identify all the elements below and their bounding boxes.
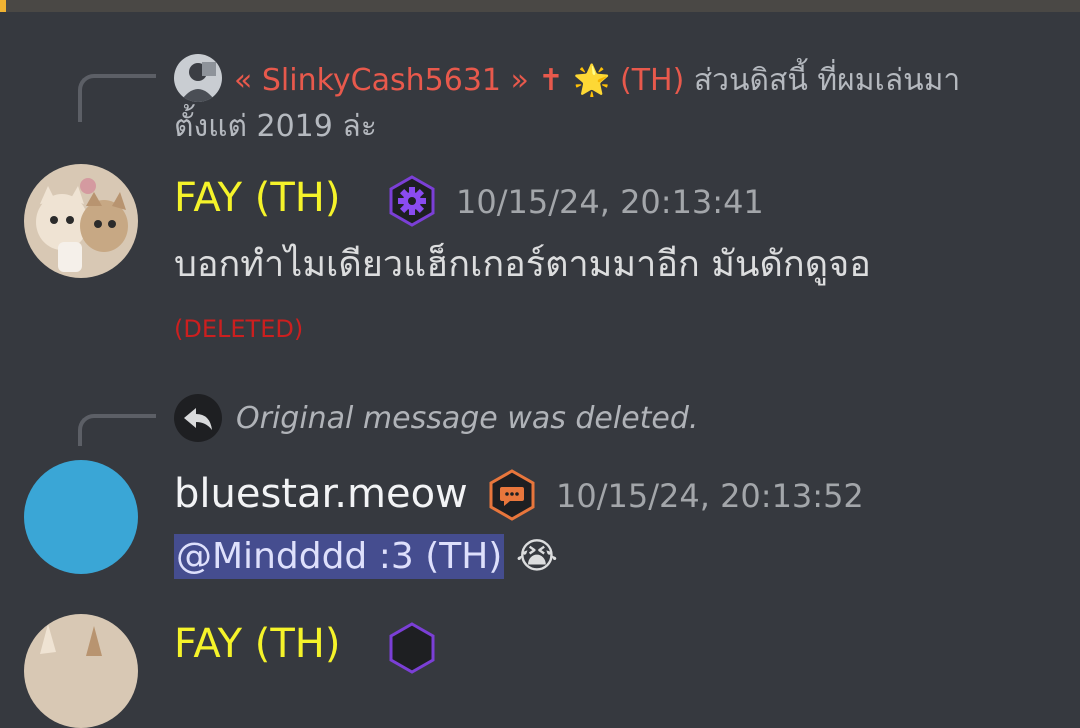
reply-spine <box>78 74 156 122</box>
message-content: @Mindddd :3 (TH) 😭 <box>174 532 558 582</box>
fay-avatar[interactable] <box>24 164 138 278</box>
reply-preview[interactable]: « SlinkyCash5631 » ✝ 🌟 (TH) ส่วนดิสนี้ ท… <box>174 58 1024 150</box>
deleted-label: (DELETED) <box>174 315 304 343</box>
gear-hexagon-icon[interactable] <box>388 175 436 227</box>
reply-author-tag: (TH) <box>620 63 685 98</box>
author-name[interactable]: FAY (TH) <box>174 618 340 670</box>
star-emoji: 🌟 <box>573 63 611 98</box>
message-timestamp[interactable]: 10/15/24, 20:13:41 <box>456 182 764 222</box>
top-bar-accent <box>0 0 6 12</box>
message-timestamp[interactable]: 10/15/24, 20:13:52 <box>556 476 864 516</box>
bluestar-avatar[interactable] <box>24 460 138 574</box>
gear-hexagon-icon[interactable] <box>388 622 436 674</box>
author-name[interactable]: FAY (TH) <box>174 172 340 224</box>
user-mention[interactable]: @Mindddd :3 (TH) <box>174 534 505 579</box>
message-content: บอกทำไมเดียวแฮ็กเกอร์ตามมาอีก มันดักดูจอ <box>174 244 871 285</box>
loudly-crying-emoji: 😭 <box>515 536 558 577</box>
author-name[interactable]: bluestar.meow <box>174 468 468 520</box>
top-bar <box>0 0 1080 12</box>
reply-arrow-icon <box>174 394 222 442</box>
deleted-reply-notice[interactable]: Original message was deleted. <box>236 396 698 442</box>
chat-hexagon-icon[interactable] <box>488 469 536 521</box>
reply-author-name[interactable]: « SlinkyCash5631 » ✝ <box>234 63 564 98</box>
fay-avatar[interactable] <box>24 614 138 728</box>
reply-spine <box>78 414 156 446</box>
